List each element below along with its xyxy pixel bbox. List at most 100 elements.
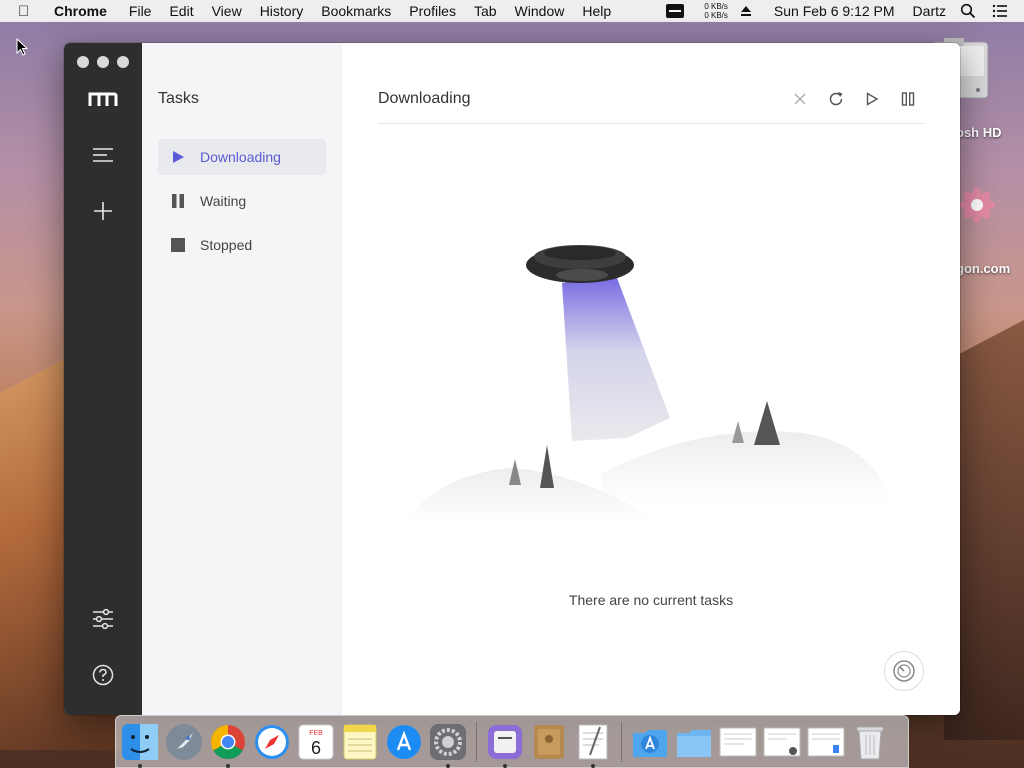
- preferences-sliders-icon[interactable]: [88, 604, 118, 634]
- dock-notes[interactable]: [340, 722, 380, 762]
- window-controls: [77, 56, 137, 68]
- menu-edit[interactable]: Edit: [169, 3, 193, 19]
- dock-chrome[interactable]: [208, 722, 248, 768]
- speedometer-icon: [893, 660, 915, 682]
- dock-separator: [621, 721, 622, 762]
- play-icon: [170, 149, 186, 165]
- url-file-label[interactable]: gon.com: [956, 261, 1010, 276]
- net-upload-speed: 0 KB/s: [704, 2, 728, 11]
- sidebar-title: Tasks: [158, 90, 199, 107]
- stop-icon: [170, 237, 186, 253]
- running-indicator: [503, 763, 507, 768]
- menubar-clock[interactable]: Sun Feb 6 9:12 PM: [774, 3, 895, 19]
- running-indicator: [138, 763, 142, 768]
- dock-app-store[interactable]: [384, 722, 424, 762]
- motrix-app-icon: [488, 724, 522, 759]
- dock-motrix[interactable]: [485, 722, 525, 768]
- play-outline-icon: [866, 92, 879, 106]
- applications-folder-icon: [633, 729, 667, 757]
- hard-disk-label[interactable]: osh HD: [956, 125, 1002, 140]
- dock-textedit[interactable]: [573, 722, 613, 768]
- pause-outline-icon: [901, 92, 915, 106]
- dock-applications-folder[interactable]: [630, 722, 670, 762]
- running-indicator: [226, 763, 230, 768]
- dock-system-preferences[interactable]: [428, 722, 468, 768]
- dock-trash[interactable]: [850, 722, 890, 762]
- help-icon[interactable]: [88, 660, 118, 690]
- menu-bar:  Chrome File Edit View History Bookmark…: [0, 0, 1024, 22]
- app-logo-icon: [88, 84, 118, 114]
- task-list-icon[interactable]: [88, 140, 118, 170]
- menubar-user[interactable]: Dartz: [913, 3, 946, 19]
- net-download-speed: 0 KB/s: [704, 11, 728, 20]
- sidebar-item-label: Downloading: [200, 149, 281, 165]
- header-divider: [378, 123, 924, 124]
- dock-document-2[interactable]: [762, 722, 802, 762]
- add-task-icon[interactable]: [88, 196, 118, 226]
- dock-launchpad[interactable]: [164, 722, 204, 762]
- refresh-icon: [829, 92, 843, 106]
- calendar-day: 6: [311, 738, 321, 758]
- sidebar-item-waiting[interactable]: Waiting: [158, 183, 326, 219]
- pause-all-button[interactable]: [897, 88, 919, 110]
- chrome-icon: [211, 724, 245, 759]
- dock-finder[interactable]: [120, 722, 160, 768]
- app-store-icon: [387, 724, 421, 759]
- empty-state-message: There are no current tasks: [568, 592, 734, 608]
- zoom-window-button[interactable]: [117, 56, 129, 68]
- calendar-icon: FEB 6: [298, 724, 334, 759]
- speed-limit-button[interactable]: [884, 651, 924, 691]
- dock-downloads-folder[interactable]: [674, 722, 714, 762]
- mouse-cursor-icon: [16, 38, 28, 56]
- dock-safari[interactable]: [252, 722, 292, 762]
- refresh-button[interactable]: [825, 88, 847, 110]
- page-title: Downloading: [378, 90, 471, 107]
- menu-app-name[interactable]: Chrome: [54, 3, 107, 19]
- safari-compass-icon: [255, 724, 289, 759]
- sidebar-item-label: Stopped: [200, 237, 253, 253]
- contacts-book-icon: [534, 724, 564, 759]
- delete-task-button[interactable]: [789, 88, 811, 110]
- dock-calendar[interactable]: FEB 6: [296, 722, 336, 762]
- menu-window[interactable]: Window: [515, 3, 565, 19]
- resume-all-button[interactable]: [861, 88, 883, 110]
- menu-file[interactable]: File: [129, 3, 152, 19]
- download-manager-window: Tasks Downloading Waiting Stopped Downlo…: [64, 43, 960, 715]
- close-icon: [794, 93, 806, 105]
- sidebar-item-stopped[interactable]: Stopped: [158, 227, 326, 263]
- running-indicator: [446, 763, 450, 768]
- sidebar-item-label: Waiting: [200, 193, 247, 209]
- document-preview-icon: [719, 727, 757, 756]
- eject-icon[interactable]: [740, 5, 752, 17]
- menu-history[interactable]: History: [260, 3, 304, 19]
- system-preferences-gear-icon: [430, 723, 466, 760]
- ufo-empty-illustration: [402, 245, 892, 523]
- apple-menu-icon[interactable]: : [18, 3, 38, 20]
- notes-icon: [343, 724, 377, 759]
- document-preview-icon: [763, 727, 801, 756]
- minimize-window-button[interactable]: [97, 56, 109, 68]
- sidebar-item-downloading[interactable]: Downloading: [158, 139, 326, 175]
- finder-icon: [122, 723, 158, 760]
- dock-document-1[interactable]: [718, 722, 758, 762]
- textedit-icon: [578, 724, 608, 759]
- icon-rail: [64, 43, 142, 715]
- dock-contacts[interactable]: [529, 722, 569, 762]
- pause-icon: [170, 193, 186, 209]
- menu-bookmarks[interactable]: Bookmarks: [321, 3, 391, 19]
- task-sidebar: Tasks Downloading Waiting Stopped: [142, 43, 342, 715]
- menu-profiles[interactable]: Profiles: [409, 3, 456, 19]
- menubar-app-status-icon[interactable]: [665, 4, 684, 18]
- folder-icon: [677, 729, 711, 757]
- close-window-button[interactable]: [77, 56, 89, 68]
- dock-separator: [476, 721, 477, 762]
- main-panel: Downloading There are no current tasks: [342, 43, 960, 715]
- menu-help[interactable]: Help: [582, 3, 611, 19]
- network-speed[interactable]: 0 KB/s 0 KB/s: [698, 2, 728, 20]
- menu-tab[interactable]: Tab: [474, 3, 497, 19]
- dock-document-3[interactable]: [806, 722, 846, 762]
- notification-center-icon[interactable]: [992, 3, 1008, 19]
- menu-view[interactable]: View: [212, 3, 242, 19]
- launchpad-rocket-icon: [166, 723, 202, 760]
- spotlight-search-icon[interactable]: [960, 3, 976, 19]
